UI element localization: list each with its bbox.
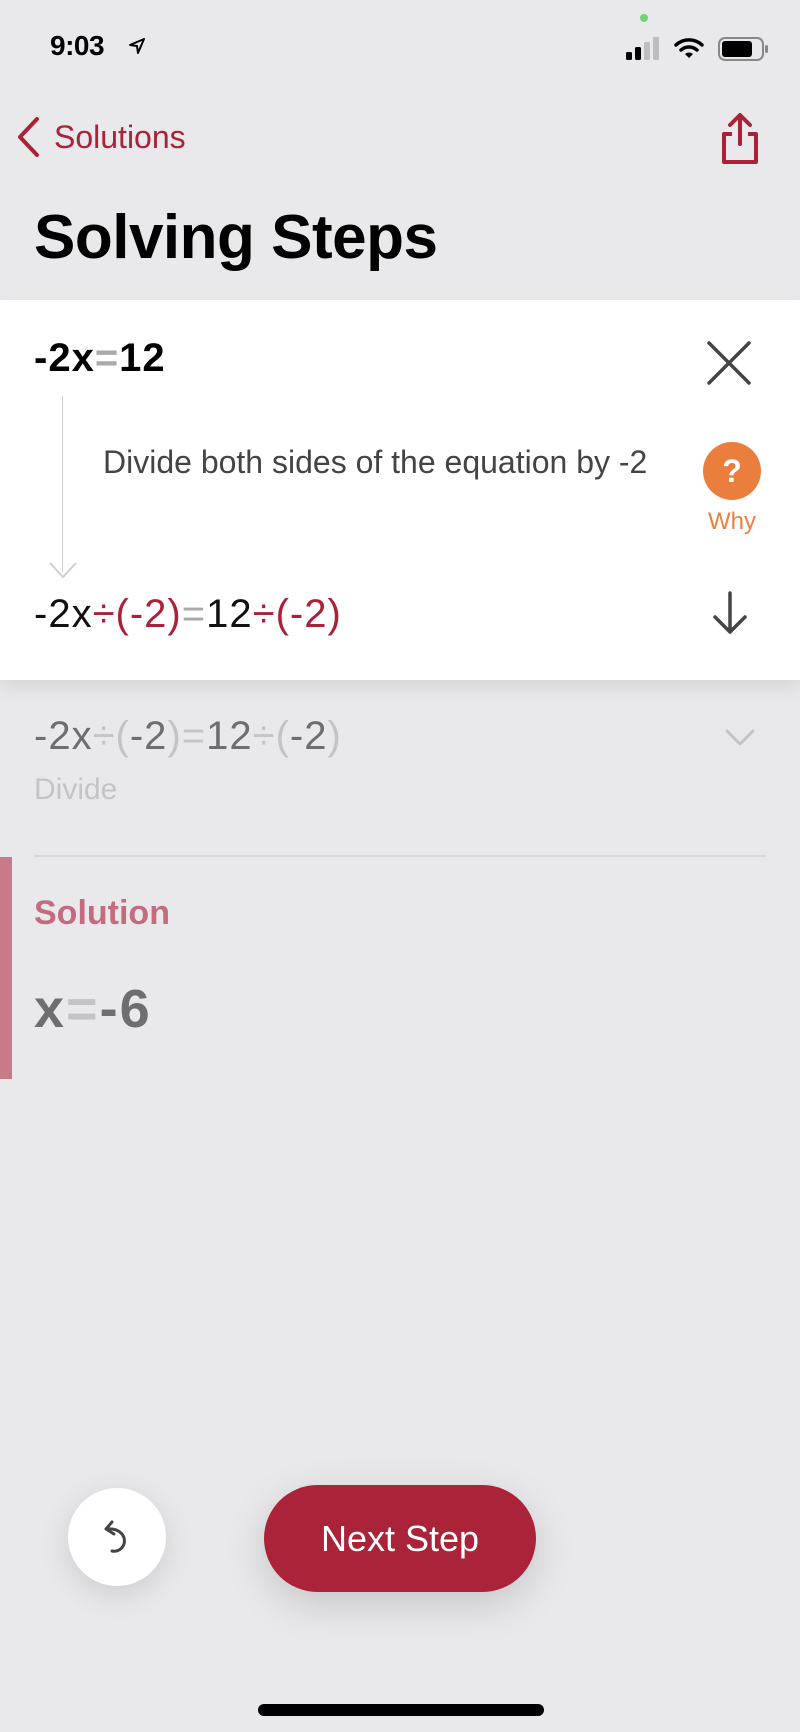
expand-previous-step-button[interactable] [724, 728, 756, 753]
share-button[interactable] [720, 112, 760, 171]
undo-button[interactable] [68, 1488, 166, 1586]
previous-step-equation: -2x÷(-2)=12÷(-2) [34, 714, 766, 759]
solution-variable: x [34, 979, 67, 1039]
result-divide-2: ÷ [252, 592, 276, 636]
prev-paren-open-1: ( [115, 714, 130, 758]
share-icon [722, 113, 758, 164]
step-description: Divide both sides of the equation by -2 [103, 444, 648, 480]
equation-lhs: -2x [34, 336, 95, 380]
prev-divisor-2: -2 [289, 714, 328, 758]
result-divisor-1: (-2) [115, 592, 182, 636]
prev-lhs: -2x [34, 714, 93, 758]
battery-icon [718, 37, 770, 66]
why-button[interactable]: ? Why [700, 442, 764, 536]
previous-step[interactable]: -2x÷(-2)=12÷(-2) Divide [34, 714, 766, 807]
expand-step-button[interactable] [710, 590, 750, 641]
prev-divide-1: ÷ [92, 714, 116, 758]
prev-equals: = [181, 714, 207, 758]
step-result-equation: -2x÷(-2)=12÷(-2) [34, 592, 342, 637]
prev-paren-open-2: ( [275, 714, 290, 758]
result-equals: = [181, 592, 207, 636]
back-button[interactable]: Solutions [16, 116, 186, 158]
equation-equals: = [94, 336, 120, 380]
location-arrow-icon [128, 37, 146, 60]
solution-equation: x=-6 [34, 978, 152, 1040]
back-button-label: Solutions [54, 118, 186, 155]
signal-icon [626, 36, 662, 65]
page-title: Solving Steps [34, 203, 438, 272]
question-icon: ? [703, 442, 761, 500]
status-time: 9:03 [50, 30, 105, 61]
chevron-down-icon [725, 729, 755, 746]
previous-step-label: Divide [34, 773, 118, 806]
privacy-indicator-dot [640, 14, 648, 22]
next-step-button[interactable]: Next Step [264, 1485, 536, 1592]
step-equation: -2x=12 [34, 336, 166, 381]
result-lhs: -2x [34, 592, 93, 636]
arrow-down-icon [713, 591, 747, 634]
solution-accent-bar [0, 857, 12, 1079]
result-divisor-2: (-2) [275, 592, 342, 636]
why-label: Why [708, 508, 756, 535]
current-step-card: -2x=12 Divide both sides of the equation… [0, 300, 800, 680]
solution-equals: = [66, 979, 100, 1039]
close-icon [707, 341, 751, 385]
home-indicator[interactable] [258, 1704, 544, 1716]
prev-paren-close-1: ) [167, 714, 182, 758]
prev-divisor-1: -2 [129, 714, 168, 758]
divider [34, 855, 766, 857]
close-button[interactable] [706, 340, 752, 391]
status-bar: 9:03 [0, 0, 800, 100]
result-rhs: 12 [206, 592, 253, 636]
chevron-left-icon [18, 117, 39, 157]
arrow-down-thin-icon [48, 560, 78, 585]
solution-value: -6 [99, 979, 152, 1039]
result-divide-1: ÷ [92, 592, 116, 636]
wifi-icon [674, 37, 704, 64]
prev-divide-2: ÷ [252, 714, 276, 758]
step-flow-line [62, 396, 63, 572]
solution-heading: Solution [34, 894, 170, 932]
prev-rhs: 12 [206, 714, 253, 758]
prev-paren-close-2: ) [327, 714, 342, 758]
equation-rhs: 12 [119, 336, 166, 380]
undo-icon [104, 1520, 126, 1553]
